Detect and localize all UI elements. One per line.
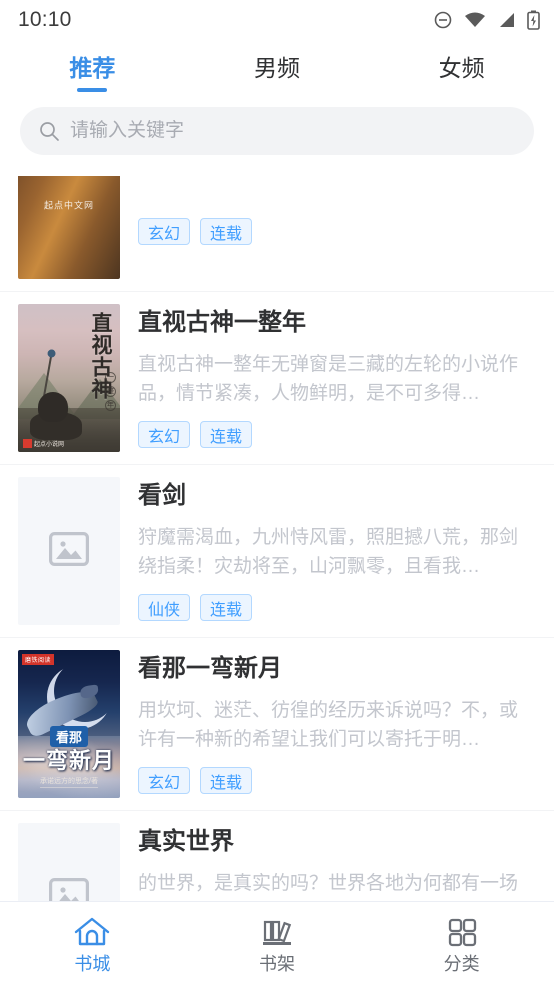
category-tabs: 推荐 男频 女频: [0, 40, 554, 98]
list-item[interactable]: 真实世界 的世界，是真实的吗？世界各地为何都有一场关于大洪水的远古记忆？古老典籍…: [0, 811, 554, 901]
book-tag-status[interactable]: 连载: [200, 421, 253, 448]
book-cover[interactable]: [18, 823, 120, 901]
book-tag-status[interactable]: 连载: [200, 767, 253, 794]
book-tag-status[interactable]: 连载: [200, 218, 253, 245]
status-time: 10:10: [18, 8, 72, 31]
book-tag-genre[interactable]: 玄幻: [138, 218, 191, 245]
book-description: [138, 176, 536, 206]
nav-item-bookshelf-label: 书架: [259, 953, 295, 974]
book-cover[interactable]: 起点中文网: [18, 176, 120, 279]
book-tags: 玄幻 连载: [138, 218, 536, 245]
cover-badge-square: [23, 439, 32, 448]
cover-watermark: 起点中文网: [43, 200, 95, 211]
book-title: 真实世界: [138, 828, 234, 855]
tab-male-channel[interactable]: 男频: [185, 40, 370, 98]
list-item[interactable]: 磨铁阅读 看那 一弯新月 承诺远方的思念/著 看那一弯新月 用坎坷、迷茫、彷徨的…: [0, 638, 554, 811]
book-description: 的世界，是真实的吗？世界各地为何都有一场关于大洪水的远古记忆？古老典籍中关…: [138, 873, 519, 894]
bookshelf-icon: [258, 915, 296, 949]
book-tag-status[interactable]: 连载: [200, 594, 253, 621]
list-item[interactable]: 看剑 狩魔需渴血，九州恃风雷，照胆撼八荒，那剑绕指柔！灾劫将至，山河飘零，且看我…: [0, 465, 554, 638]
tab-female-channel[interactable]: 女频: [369, 40, 554, 98]
book-title: 看剑: [138, 482, 186, 509]
nav-item-category-label: 分类: [443, 953, 480, 974]
book-cover[interactable]: [18, 477, 120, 625]
cover-logo-badge: 磨铁阅读: [22, 654, 55, 665]
book-description: 直视古神一整年无弹窗是三藏的左轮的小说作品，情节紧凑，人物鲜明，是不可多得…: [138, 354, 519, 405]
battery-charging-icon: [527, 10, 540, 30]
tab-recommend-label: 推荐: [69, 54, 116, 81]
book-tag-genre[interactable]: 玄幻: [138, 767, 191, 794]
cover-title-main-text: 一弯新月: [22, 749, 116, 774]
home-icon: [73, 915, 111, 949]
nav-item-bookshelf[interactable]: 书架: [185, 902, 370, 985]
cover-publisher-badge: 起点小说网: [23, 439, 64, 448]
list-item[interactable]: 起点中文网 玄幻 连载: [0, 176, 554, 292]
nav-item-bookstore[interactable]: 书城: [0, 902, 185, 985]
book-tag-genre[interactable]: 仙侠: [138, 594, 191, 621]
tab-recommend[interactable]: 推荐: [0, 40, 185, 98]
book-title: 看那一弯新月: [138, 655, 282, 682]
image-placeholder-icon: [49, 877, 89, 901]
book-tag-genre[interactable]: 玄幻: [138, 421, 191, 448]
signal-icon: [497, 11, 516, 29]
status-bar: 10:10: [0, 0, 554, 40]
book-cover[interactable]: 直视古神 一 整 年 起点小说网: [18, 304, 120, 452]
do-not-disturb-icon: [433, 10, 453, 30]
cover-mark: 一: [105, 372, 116, 384]
book-list[interactable]: 起点中文网 玄幻 连载 直视古神 一 整 年 起点小说网 直视古神一整年 直视古…: [0, 176, 554, 901]
cover-rider-shape: [38, 392, 69, 423]
search-input[interactable]: [70, 120, 516, 142]
tab-active-underline: [77, 88, 108, 92]
cover-mark: 整: [105, 386, 116, 398]
tab-male-channel-label: 男频: [254, 54, 300, 81]
search-icon: [38, 120, 60, 142]
status-icons: [433, 10, 540, 30]
tab-female-channel-label: 女频: [438, 54, 485, 81]
search-section: [0, 98, 554, 169]
book-description: 狩魔需渴血，九州恃风雷，照胆撼八荒，那剑绕指柔！灾劫将至，山河飘零，且看我…: [138, 527, 519, 578]
cover-author-text: 承诺远方的思念/著: [40, 776, 98, 788]
bottom-navigation: 书城 书架 分类: [0, 901, 554, 985]
wifi-icon: [464, 11, 486, 29]
book-cover[interactable]: 磨铁阅读 看那 一弯新月 承诺远方的思念/著: [18, 650, 120, 798]
book-tags: 仙侠 连载: [138, 594, 536, 621]
book-tags: 玄幻 连载: [138, 421, 536, 448]
search-box[interactable]: [20, 107, 534, 155]
book-description: 用坎坷、迷茫、彷徨的经历来诉说吗？不，或许有一种新的希望让我们可以寄托于明…: [138, 700, 519, 751]
nav-item-bookstore-label: 书城: [74, 953, 111, 974]
list-item[interactable]: 直视古神 一 整 年 起点小说网 直视古神一整年 直视古神一整年无弹窗是三藏的左…: [0, 292, 554, 465]
cover-mark: 年: [105, 400, 116, 412]
cover-badge-text: 起点小说网: [34, 442, 65, 448]
book-tags: 玄幻 连载: [138, 767, 536, 794]
book-title: 直视古神一整年: [138, 309, 306, 336]
cover-marks: 一 整 年: [105, 372, 116, 412]
image-placeholder-icon: [49, 531, 89, 571]
nav-item-category[interactable]: 分类: [369, 902, 554, 985]
grid-icon: [443, 915, 481, 949]
